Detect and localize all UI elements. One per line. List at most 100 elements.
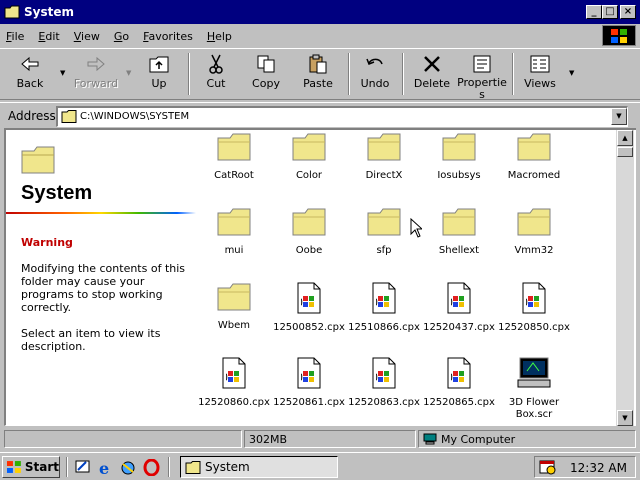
opera-icon[interactable]: [143, 459, 160, 476]
folder-item[interactable]: mui: [196, 207, 272, 257]
file-item[interactable]: 12520850.cpx: [496, 282, 572, 334]
views-button[interactable]: Views: [518, 53, 562, 97]
folder-item[interactable]: Oobe: [271, 207, 347, 257]
scroll-up-button[interactable]: ▲: [617, 130, 633, 146]
copy-icon: [246, 53, 286, 75]
folder-icon: [271, 207, 347, 241]
scroll-down-button[interactable]: ▼: [617, 410, 633, 426]
cut-button[interactable]: Cut: [196, 53, 236, 97]
properties-button[interactable]: Propertie s: [456, 53, 508, 101]
control-panel-file-icon: [196, 357, 272, 393]
menu-go[interactable]: Go: [114, 30, 129, 43]
address-input[interactable]: C:\WINDOWS\SYSTEM ▼: [56, 106, 628, 127]
start-label: Start: [24, 460, 59, 474]
file-item-label: 12520865.cpx: [423, 397, 495, 408]
toolbar: Back ▼ Forward ▼ Up Cut Copy Paste Undo …: [0, 48, 640, 101]
scissors-icon: [196, 53, 236, 75]
folder-icon: [61, 110, 77, 123]
scroll-thumb[interactable]: [617, 147, 633, 157]
my-computer-icon: [423, 433, 437, 445]
chevron-up-icon: ▲: [622, 134, 628, 142]
control-panel-file-icon: [346, 282, 422, 318]
status-bar: 302MB My Computer: [0, 428, 640, 450]
views-label: Views: [524, 77, 556, 90]
status-pane-objects: [4, 430, 242, 448]
web-view-panel: System Warning Modifying the contents of…: [6, 130, 202, 425]
folder-item[interactable]: CatRoot: [196, 132, 272, 182]
folder-large-icon: [21, 146, 55, 174]
toolbar-separator: [512, 53, 514, 95]
file-item[interactable]: 12520860.cpx: [196, 357, 272, 409]
file-item[interactable]: 12500852.cpx: [271, 282, 347, 334]
folder-item[interactable]: Iosubsys: [421, 132, 497, 182]
mouse-cursor-icon: [410, 218, 422, 238]
folder-item-label: mui: [224, 245, 244, 256]
copy-button[interactable]: Copy: [246, 53, 286, 97]
maximize-button[interactable]: □: [602, 5, 618, 19]
file-item[interactable]: 3D Flower Box.scr: [496, 357, 572, 421]
address-path: C:\WINDOWS\SYSTEM: [80, 111, 190, 122]
folder-icon: [496, 132, 572, 166]
file-item[interactable]: 12520863.cpx: [346, 357, 422, 409]
internet-explorer-icon[interactable]: e: [97, 459, 114, 476]
menu-file[interactable]: File: [6, 30, 24, 43]
folder-item[interactable]: DirectX: [346, 132, 422, 182]
folder-item[interactable]: Shellext: [421, 207, 497, 257]
file-item[interactable]: 12520437.cpx: [421, 282, 497, 334]
delete-x-icon: [410, 53, 454, 75]
menu-view[interactable]: View: [74, 30, 100, 43]
back-label: Back: [16, 77, 44, 90]
scheduler-icon[interactable]: [539, 459, 557, 475]
channels-icon[interactable]: [120, 459, 137, 476]
file-item[interactable]: 12510866.cpx: [346, 282, 422, 334]
taskbar-item-system[interactable]: System: [180, 456, 338, 478]
show-desktop-icon[interactable]: [74, 459, 91, 476]
menu-help[interactable]: Help: [207, 30, 232, 43]
taskbar-separator: [66, 457, 68, 477]
folder-icon: [346, 132, 422, 166]
up-button[interactable]: Up: [140, 53, 178, 97]
back-arrow-icon: [8, 53, 52, 75]
minimize-button[interactable]: _: [586, 5, 602, 19]
title-bar[interactable]: System _ □ ×: [0, 0, 640, 24]
control-panel-file-icon: [346, 357, 422, 393]
panel-hint-text: Select an item to view its description.: [21, 327, 161, 353]
file-item-label: 3D Flower: [508, 397, 560, 408]
forward-button[interactable]: Forward: [70, 53, 122, 97]
clock[interactable]: 12:32 AM: [570, 461, 627, 475]
undo-button[interactable]: Undo: [356, 53, 394, 97]
start-button[interactable]: Start: [2, 456, 60, 478]
folder-item-label: Oobe: [295, 245, 323, 256]
back-dropdown-icon[interactable]: ▼: [60, 69, 65, 77]
folder-item-label: Color: [295, 170, 323, 181]
vertical-scrollbar[interactable]: ▲ ▼: [616, 130, 634, 426]
folder-item-label: DirectX: [365, 170, 403, 181]
control-panel-file-icon: [421, 282, 497, 318]
forward-dropdown-icon[interactable]: ▼: [126, 69, 131, 77]
undo-label: Undo: [360, 77, 390, 90]
menu-favorites[interactable]: Favorites: [143, 30, 193, 43]
menu-edit[interactable]: Edit: [38, 30, 59, 43]
folder-item[interactable]: Color: [271, 132, 347, 182]
folder-item[interactable]: Wbem: [196, 282, 272, 332]
delete-button[interactable]: Delete: [410, 53, 454, 97]
file-item-label: 12520860.cpx: [198, 397, 270, 408]
views-dropdown-icon[interactable]: ▼: [569, 69, 574, 77]
address-dropdown-button[interactable]: ▼: [611, 108, 627, 125]
file-item-label: 12510866.cpx: [348, 322, 420, 333]
toolbar-separator: [402, 53, 404, 95]
status-pane-size: 302MB: [244, 430, 416, 448]
address-label: Address: [8, 109, 56, 123]
folder-item[interactable]: Macromed: [496, 132, 572, 182]
control-panel-file-icon: [496, 282, 572, 318]
file-item[interactable]: 12520865.cpx: [421, 357, 497, 409]
back-button[interactable]: Back: [8, 53, 52, 97]
paste-button[interactable]: Paste: [296, 53, 340, 97]
panel-warning-text: Modifying the contents of this folder ma…: [21, 262, 186, 314]
file-item-label: 12520861.cpx: [273, 397, 345, 408]
folder-item[interactable]: Vmm32: [496, 207, 572, 257]
file-item-label: 12520850.cpx: [498, 322, 570, 333]
close-button[interactable]: ×: [620, 5, 636, 19]
file-item[interactable]: 12520861.cpx: [271, 357, 347, 409]
paste-icon: [296, 53, 340, 75]
